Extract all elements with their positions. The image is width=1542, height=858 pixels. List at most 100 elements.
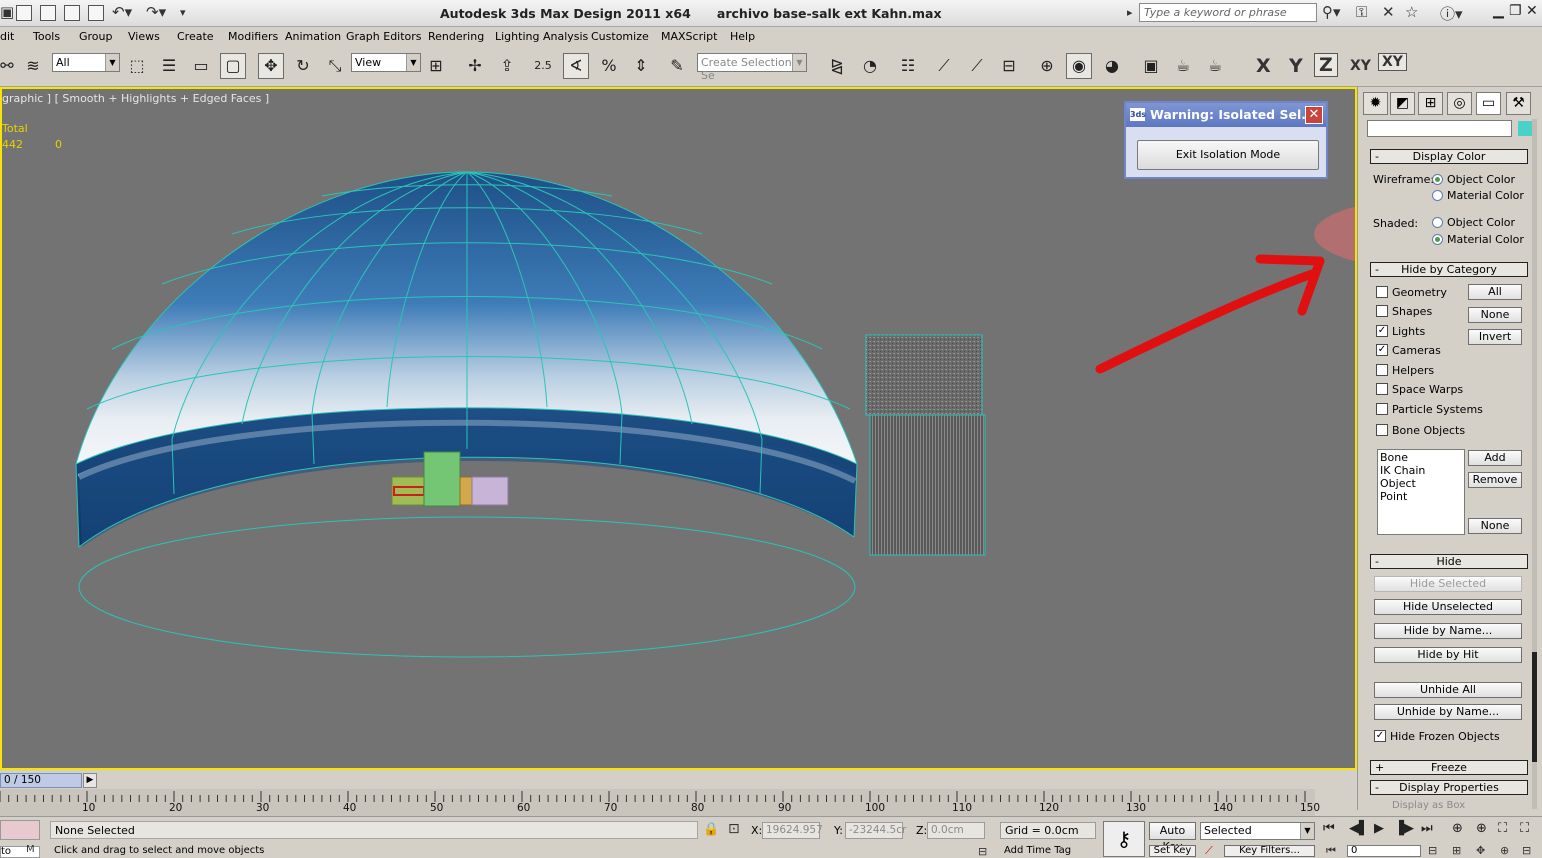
exit-isolation-mode-button[interactable]: Exit Isolation Mode	[1137, 140, 1319, 170]
menu-tools[interactable]: Tools	[33, 30, 60, 43]
track-bar[interactable]	[0, 789, 1315, 816]
tab-motion[interactable]: ◎	[1447, 92, 1472, 115]
tab-utilities[interactable]: ⚒	[1506, 92, 1531, 115]
key-filters-button[interactable]: Key Filters...	[1224, 845, 1315, 857]
menu-rendering[interactable]: Rendering	[428, 30, 484, 43]
favorites-star-icon[interactable]: ☆	[1405, 3, 1418, 21]
rollout-freeze[interactable]: + Freeze	[1370, 760, 1528, 775]
textured-box-top[interactable]	[865, 334, 983, 416]
building-annex[interactable]	[459, 476, 473, 506]
selection-filter-dropdown[interactable]: All ▼	[52, 53, 120, 72]
wireframe-object-color-radio[interactable]	[1432, 174, 1443, 185]
helpers-checkbox[interactable]	[1376, 364, 1388, 376]
binoculars-icon[interactable]: ⚲▾	[1322, 3, 1341, 21]
menu-create[interactable]: Create	[177, 30, 214, 43]
tab-display[interactable]: ▭	[1476, 92, 1501, 115]
key-mode-dropdown[interactable]: Selected ▼	[1200, 822, 1315, 840]
bone-objects-checkbox[interactable]	[1376, 424, 1388, 436]
zoom-all-icon[interactable]: ⊕	[1476, 821, 1487, 836]
app-icon[interactable]: ▣	[0, 3, 14, 21]
hide-selected-button[interactable]: Hide Selected	[1374, 576, 1522, 592]
spinner-snap-icon[interactable]: ⇕	[628, 53, 654, 79]
hide-by-name-button[interactable]: Hide by Name...	[1374, 623, 1522, 639]
geometry-checkbox[interactable]	[1376, 286, 1388, 298]
zoom-extents-icon[interactable]: ⛶	[1498, 821, 1507, 836]
category-all-button[interactable]: All	[1468, 284, 1522, 300]
unhide-by-name-button[interactable]: Unhide by Name...	[1374, 704, 1522, 720]
graphite-tools-icon[interactable]: ⟋	[931, 53, 957, 79]
axis-xy-button[interactable]: XY	[1350, 58, 1371, 74]
quick-access-menu-icon[interactable]: ▾	[180, 6, 186, 19]
help-icon[interactable]: ⓘ▾	[1440, 3, 1463, 24]
list-item[interactable]: IK Chain Object	[1380, 464, 1462, 490]
key-tangent-icon[interactable]: ⟋	[1205, 844, 1213, 858]
menu-customize[interactable]: Customize	[591, 30, 649, 43]
category-list-none-button[interactable]: None	[1468, 518, 1522, 534]
rendered-frame-icon[interactable]: ◕	[1099, 53, 1125, 79]
named-selection-sets-dropdown[interactable]: Create Selection Se ▼	[697, 53, 807, 82]
menu-maxscript[interactable]: MAXScript	[661, 30, 717, 43]
wireframe-material-color-radio[interactable]	[1432, 190, 1443, 201]
time-config-icon[interactable]: ⊟	[1428, 844, 1437, 857]
rectangular-selection-icon[interactable]: ▭	[188, 53, 214, 79]
space-warps-checkbox[interactable]	[1376, 383, 1388, 395]
rollout-display-color[interactable]: - Display Color	[1370, 149, 1528, 164]
rollout-display-properties[interactable]: - Display Properties	[1370, 780, 1528, 795]
set-keys-button[interactable]: ⚷	[1103, 821, 1145, 857]
category-invert-button[interactable]: Invert	[1468, 329, 1522, 345]
orbit-icon[interactable]: ⊕	[1500, 844, 1509, 857]
open-file-icon[interactable]	[64, 5, 80, 21]
auto-key-button[interactable]: Auto Key	[1149, 822, 1196, 853]
hide-by-hit-button[interactable]: Hide by Hit	[1374, 647, 1522, 663]
tab-modify[interactable]: ◩	[1390, 92, 1415, 115]
time-tag-icon[interactable]: ⊟	[978, 845, 987, 858]
building-tower[interactable]	[423, 451, 461, 507]
lights-checkbox[interactable]: ✓	[1376, 325, 1388, 337]
shapes-checkbox[interactable]	[1376, 305, 1388, 317]
render-production-icon[interactable]: ▣	[1138, 53, 1164, 79]
reference-coordinate-dropdown[interactable]: View ▼	[351, 53, 421, 72]
time-slider[interactable]: 0 / 150 ▶	[0, 772, 1357, 789]
search-input[interactable]: Type a keyword or phrase	[1139, 3, 1317, 22]
menu-graph-editors[interactable]: Graph Editors	[346, 30, 422, 43]
hide-unselected-button[interactable]: Hide Unselected	[1374, 599, 1522, 615]
current-frame-input[interactable]: 0	[1347, 845, 1421, 857]
particle-systems-checkbox[interactable]	[1376, 403, 1388, 415]
redo-icon[interactable]: ↷▾	[146, 3, 166, 21]
activeshade-icon[interactable]: ☕	[1202, 53, 1228, 79]
snaps-toggle-icon[interactable]: 2.5	[530, 53, 556, 79]
angle-snap-icon[interactable]: ∢	[563, 53, 589, 79]
mirror-icon[interactable]: ⧎	[824, 53, 850, 79]
rollout-hide-by-category[interactable]: - Hide by Category	[1370, 262, 1528, 277]
set-key-button[interactable]: Set Key	[1149, 845, 1196, 857]
rollout-hide[interactable]: - Hide	[1370, 554, 1528, 569]
go-to-start-icon[interactable]: ⏮	[1323, 821, 1335, 836]
edit-named-selection-icon[interactable]: ✎	[664, 53, 690, 79]
next-frame-arrow-icon[interactable]: ▶	[83, 773, 97, 788]
layer-manager-icon[interactable]: ☷	[895, 53, 921, 79]
shaded-material-color-radio[interactable]	[1432, 234, 1443, 245]
align-icon[interactable]: ◔	[857, 53, 883, 79]
percent-snap-icon[interactable]: %	[596, 53, 622, 79]
axis-xy-plane-button[interactable]: XY	[1378, 53, 1407, 71]
hold-icon[interactable]	[88, 5, 104, 21]
shaded-object-color-radio[interactable]	[1432, 217, 1443, 228]
pan-view-icon[interactable]: ✥	[1476, 844, 1485, 857]
axis-x-button[interactable]: X	[1256, 55, 1271, 77]
menu-modifiers[interactable]: Modifiers	[228, 30, 278, 43]
y-coord-field[interactable]: -23244.5cr	[845, 822, 906, 839]
select-and-move-icon[interactable]: ✥	[258, 53, 284, 79]
maxscript-icon[interactable]: M	[26, 844, 35, 855]
z-coord-field[interactable]: 0.0cm	[927, 822, 985, 839]
render-setup-icon[interactable]: ◉	[1066, 53, 1092, 79]
search-expand-icon[interactable]: ▸	[1127, 6, 1133, 19]
category-listbox[interactable]: Bone IK Chain Object Point	[1377, 449, 1465, 535]
axis-y-button[interactable]: Y	[1289, 55, 1303, 77]
undo-icon[interactable]: ↶▾	[112, 3, 132, 21]
category-none-button[interactable]: None	[1468, 307, 1522, 323]
list-item[interactable]: Bone	[1380, 451, 1462, 464]
object-color-swatch[interactable]	[1518, 121, 1532, 136]
dialog-close-button[interactable]: ✕	[1305, 106, 1323, 124]
building-lilac[interactable]	[471, 476, 509, 506]
zoom-icon[interactable]: ⊕	[1452, 821, 1463, 836]
